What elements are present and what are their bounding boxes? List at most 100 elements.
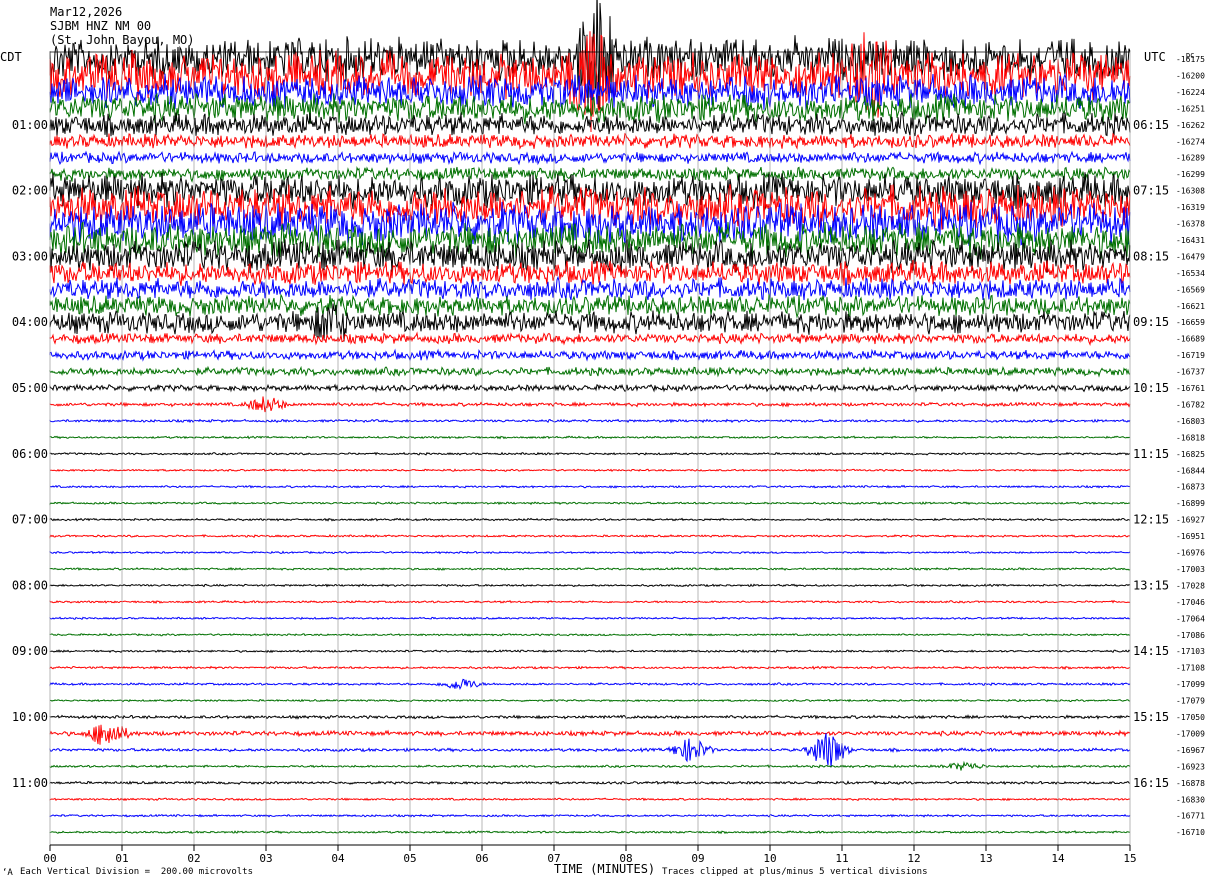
trace-line bbox=[49, 830, 1131, 835]
cdt-hour-label: 04:00 bbox=[12, 315, 48, 329]
dc-offset-label: -16308 bbox=[1176, 187, 1205, 196]
utc-hour-label: 10:15 bbox=[1133, 381, 1169, 395]
trace-line bbox=[49, 484, 1131, 489]
dc-offset-label: -16479 bbox=[1176, 252, 1205, 261]
trace-line bbox=[49, 110, 1131, 138]
dc-offset-label: -16803 bbox=[1176, 417, 1205, 426]
cdt-hour-label: 09:00 bbox=[12, 644, 48, 658]
x-tick-label: 06 bbox=[475, 852, 488, 865]
utc-label: UTC bbox=[1144, 50, 1166, 64]
x-axis-title: TIME (MINUTES) bbox=[554, 862, 655, 876]
cdt-hour-label: 05:00 bbox=[12, 381, 48, 395]
trace-line bbox=[49, 331, 1131, 346]
x-tick-label: 00 bbox=[43, 852, 56, 865]
dc-offset-label: -17009 bbox=[1176, 729, 1205, 738]
utc-hour-label: 11:15 bbox=[1133, 447, 1169, 461]
x-tick-label: 09 bbox=[691, 852, 704, 865]
dc-offset-label: -16689 bbox=[1176, 335, 1205, 344]
trace-line bbox=[49, 533, 1130, 539]
trace-line bbox=[50, 468, 1131, 473]
dc-offset-label: -16771 bbox=[1176, 812, 1205, 821]
cdt-time-labels: 01:00 02:00 03:00 04:00 05:00 06:00 07:00 08:00… bbox=[12, 118, 48, 790]
trace-line bbox=[49, 132, 1131, 150]
dc-offset-label: -16873 bbox=[1176, 483, 1205, 492]
dc-offset-label: -16431 bbox=[1176, 236, 1205, 245]
cdt-hour-label: 11:00 bbox=[12, 776, 48, 790]
utc-hour-label: 06:15 bbox=[1133, 118, 1169, 132]
x-tick-label: 11 bbox=[835, 852, 848, 865]
dc-offset-label: -16967 bbox=[1176, 746, 1205, 755]
trace-line bbox=[49, 348, 1131, 362]
dc-offset-label: -16782 bbox=[1176, 400, 1205, 409]
trace-line bbox=[49, 797, 1131, 802]
dc-offset-label: -16224 bbox=[1176, 88, 1205, 97]
plot-date: Mar12,2026 bbox=[50, 5, 123, 19]
dc-offset-label: -16274 bbox=[1176, 137, 1205, 146]
cdt-hour-label: 08:00 bbox=[12, 578, 48, 592]
cdt-hour-label: 10:00 bbox=[12, 710, 48, 724]
cdt-hour-label: 02:00 bbox=[12, 184, 48, 198]
dc-label: DC bbox=[1186, 52, 1194, 60]
dc-offset-label: -16844 bbox=[1176, 466, 1205, 475]
dc-offset-label: -17028 bbox=[1176, 581, 1205, 590]
dc-offset-label: -16927 bbox=[1176, 516, 1205, 525]
minute-gridlines bbox=[49, 51, 1131, 846]
trace-line bbox=[49, 418, 1131, 424]
dc-offset-label: -17103 bbox=[1176, 647, 1205, 656]
dc-offset-label: -16899 bbox=[1176, 499, 1205, 508]
station-code: SJBM HNZ NM 00 bbox=[50, 19, 152, 33]
x-tick-label: 13 bbox=[979, 852, 992, 865]
trace-line bbox=[49, 616, 1131, 621]
dc-offset-label: -17003 bbox=[1176, 565, 1205, 574]
dc-offset-label: -16251 bbox=[1176, 104, 1205, 113]
dc-offset-label: -16289 bbox=[1176, 154, 1205, 163]
dc-offset-label: -16200 bbox=[1176, 71, 1205, 80]
trace-line bbox=[49, 383, 1131, 393]
clip-note: Traces clipped at plus/minus 5 vertical … bbox=[662, 867, 928, 877]
cdt-hour-label: 01:00 bbox=[12, 118, 48, 132]
trace-line bbox=[49, 813, 1131, 818]
trace-line bbox=[49, 275, 1131, 302]
dc-offset-label: -17108 bbox=[1176, 664, 1205, 673]
dc-offset-label: -16319 bbox=[1176, 203, 1205, 212]
x-tick-label: 15 bbox=[1123, 852, 1136, 865]
trace-line bbox=[49, 698, 1131, 703]
footer-mark: ‘A bbox=[2, 868, 13, 878]
cdt-hour-label: 03:00 bbox=[12, 249, 48, 263]
dc-offset-label: -16923 bbox=[1176, 762, 1205, 771]
scale-note: Each Vertical Division = 200.00 microvol… bbox=[20, 867, 253, 877]
dc-offset-label: -17064 bbox=[1176, 614, 1205, 623]
dc-offset-label: -16976 bbox=[1176, 549, 1205, 558]
seismic-traces bbox=[49, 0, 1131, 835]
dc-offset-label: -17046 bbox=[1176, 598, 1205, 607]
x-tick-label: 03 bbox=[259, 852, 272, 865]
dc-offset-label: -17099 bbox=[1176, 680, 1205, 689]
trace-line bbox=[49, 665, 1131, 670]
dc-offset-label: -16534 bbox=[1176, 269, 1205, 278]
trace-line bbox=[49, 501, 1131, 506]
trace-line bbox=[49, 760, 1131, 771]
x-tick-label: 01 bbox=[115, 852, 128, 865]
station-location: (St. John Bayou, MO) bbox=[50, 33, 195, 47]
utc-hour-label: 15:15 bbox=[1133, 710, 1169, 724]
x-tick-label: 12 bbox=[907, 852, 920, 865]
utc-hour-label: 16:15 bbox=[1133, 776, 1169, 790]
dc-offset-label: -16621 bbox=[1176, 302, 1205, 311]
dc-offset-label: -16659 bbox=[1176, 318, 1205, 327]
dc-offset-label: -16830 bbox=[1176, 795, 1205, 804]
utc-hour-label: 09:15 bbox=[1133, 315, 1169, 329]
cdt-hour-label: 06:00 bbox=[12, 447, 48, 461]
trace-line bbox=[49, 451, 1131, 456]
dc-offset-label: -16825 bbox=[1176, 450, 1205, 459]
x-tick-label: 10 bbox=[763, 852, 776, 865]
trace-line bbox=[49, 550, 1131, 555]
dc-offset-label: -17079 bbox=[1176, 697, 1205, 706]
trace-line bbox=[49, 150, 1131, 166]
dc-offset-label: -16737 bbox=[1176, 368, 1205, 377]
trace-line bbox=[49, 714, 1131, 720]
trace-line bbox=[49, 724, 1131, 745]
trace-line bbox=[49, 599, 1131, 605]
dc-offset-label: -16710 bbox=[1176, 828, 1205, 837]
dc-offset-label: -16262 bbox=[1176, 121, 1205, 130]
trace-line bbox=[49, 566, 1131, 571]
